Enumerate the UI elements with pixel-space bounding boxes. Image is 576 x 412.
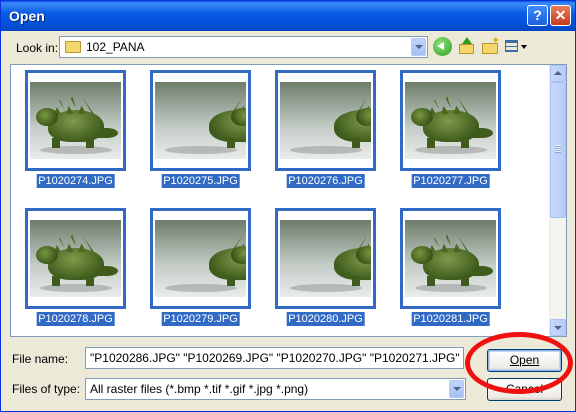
thumbnail-frame — [150, 70, 251, 171]
file-name-label: P1020279.JPG — [161, 312, 240, 326]
dinosaur-photo — [280, 82, 371, 159]
thumbnail-frame — [275, 208, 376, 309]
window-title: Open — [9, 8, 45, 24]
scroll-thumb[interactable] — [550, 82, 566, 218]
thumbnail-frame — [150, 208, 251, 309]
file-thumbnail[interactable]: P1020277.JPG — [400, 70, 501, 190]
lookin-value: 102_PANA — [86, 40, 145, 54]
back-arrow-icon[interactable] — [433, 37, 452, 56]
thumbnail-frame — [25, 208, 126, 309]
filetype-dropdown[interactable]: All raster files (*.bmp *.tif *.gif *.jp… — [85, 378, 466, 400]
file-name-label: P1020276.JPG — [286, 174, 365, 188]
up-folder-icon[interactable] — [457, 37, 476, 56]
thumbnail-frame — [400, 70, 501, 171]
open-button-label: Open — [509, 353, 540, 367]
filetype-label: Files of type: — [12, 382, 81, 396]
file-thumbnail[interactable]: P1020279.JPG — [150, 208, 251, 328]
close-button[interactable]: ✕ — [550, 5, 571, 26]
file-thumbnail[interactable]: P1020280.JPG — [275, 208, 376, 328]
file-thumbnail[interactable]: P1020274.JPG — [25, 70, 126, 190]
file-name-label: P1020281.JPG — [411, 312, 490, 326]
chevron-down-icon[interactable] — [449, 380, 464, 398]
filetype-value: All raster files (*.bmp *.tif *.gif *.jp… — [90, 382, 309, 396]
dinosaur-photo — [405, 220, 496, 297]
help-button[interactable]: ? — [527, 5, 548, 26]
thumbnail-frame — [400, 208, 501, 309]
file-thumbnail[interactable]: P1020281.JPG — [400, 208, 501, 328]
lookin-label: Look in: — [16, 41, 59, 55]
dinosaur-photo — [30, 220, 121, 297]
file-name-label: P1020274.JPG — [36, 174, 115, 188]
filename-field[interactable]: "P1020286.JPG" "P1020269.JPG" "P1020270.… — [85, 347, 464, 369]
scroll-down-button[interactable] — [550, 319, 566, 336]
title-bar[interactable]: Open ? ✕ — [1, 1, 575, 31]
views-menu-icon[interactable] — [504, 37, 528, 56]
file-thumbnail[interactable]: P1020275.JPG — [150, 70, 251, 190]
dinosaur-photo — [280, 220, 371, 297]
lookin-dropdown[interactable]: 102_PANA — [59, 36, 428, 58]
dinosaur-photo — [30, 82, 121, 159]
cancel-button[interactable]: Cancel — [487, 378, 562, 401]
filename-label: File name: — [12, 352, 69, 366]
dinosaur-photo — [155, 82, 246, 159]
file-name-label: P1020280.JPG — [286, 312, 365, 326]
dinosaur-photo — [155, 220, 246, 297]
open-dialog: Open ? ✕ Look in: 102_PANA P1020274.JPG … — [0, 0, 576, 412]
thumbnail-frame — [275, 70, 376, 171]
folder-icon — [65, 41, 81, 53]
file-thumbnail[interactable]: P1020278.JPG — [25, 208, 126, 328]
open-button[interactable]: Open — [487, 349, 562, 372]
thumbnail-frame — [25, 70, 126, 171]
new-folder-icon[interactable] — [481, 34, 500, 56]
file-name-label: P1020277.JPG — [411, 174, 490, 188]
chevron-down-icon[interactable] — [411, 38, 426, 56]
file-name-label: P1020278.JPG — [36, 312, 115, 326]
file-name-label: P1020275.JPG — [161, 174, 240, 188]
dinosaur-photo — [405, 82, 496, 159]
file-list[interactable]: P1020274.JPG P1020275.JPG P1020276.JPG P… — [10, 64, 567, 337]
file-thumbnail[interactable]: P1020276.JPG — [275, 70, 376, 190]
filename-value: "P1020286.JPG" "P1020269.JPG" "P1020270.… — [90, 351, 464, 365]
scroll-up-button[interactable] — [550, 65, 566, 82]
vertical-scrollbar[interactable] — [549, 65, 566, 336]
